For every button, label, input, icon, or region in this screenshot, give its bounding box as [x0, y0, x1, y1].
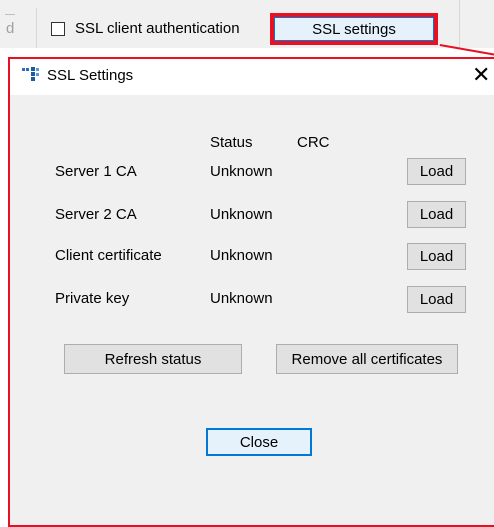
column-header-crc: CRC — [297, 134, 330, 151]
ssl-settings-dialog: SSL Settings ✕ Status CRC Server 1 CA Un… — [8, 57, 494, 527]
row-label-server1-ca: Server 1 CA — [55, 163, 137, 180]
row-status-server2-ca: Unknown — [210, 206, 273, 223]
row-label-private-key: Private key — [55, 290, 130, 307]
remove-all-certificates-button[interactable]: Remove all certificates — [276, 344, 458, 374]
load-button-private-key[interactable]: Load — [407, 286, 466, 313]
close-icon[interactable]: ✕ — [472, 63, 490, 87]
row-status-client-certificate: Unknown — [210, 247, 273, 264]
toolbar-separator-right — [459, 0, 460, 48]
load-button-server1-ca[interactable]: Load — [407, 158, 466, 185]
row-status-server1-ca: Unknown — [210, 163, 273, 180]
ssl-client-auth-checkbox[interactable] — [51, 22, 65, 36]
load-button-client-certificate[interactable]: Load — [407, 243, 466, 270]
load-button-server2-ca[interactable]: Load — [407, 201, 466, 228]
close-button[interactable]: Close — [206, 428, 312, 456]
row-label-client-certificate: Client certificate — [55, 247, 162, 264]
parent-toolbar: d SSL client authentication SSL settings — [0, 0, 494, 48]
partial-label: d — [6, 20, 15, 37]
dialog-title: SSL Settings — [47, 67, 134, 84]
row-status-private-key: Unknown — [210, 290, 273, 307]
column-header-status: Status — [210, 134, 253, 151]
ssl-client-auth-label[interactable]: SSL client authentication — [75, 20, 240, 37]
app-logo-icon — [22, 67, 39, 81]
toolbar-separator — [36, 8, 37, 48]
partial-divider — [5, 14, 15, 15]
ssl-settings-button-highlight: SSL settings — [270, 13, 438, 45]
dialog-titlebar: SSL Settings ✕ — [10, 59, 494, 95]
refresh-status-button[interactable]: Refresh status — [64, 344, 242, 374]
ssl-settings-button[interactable]: SSL settings — [274, 17, 434, 41]
row-label-server2-ca: Server 2 CA — [55, 206, 137, 223]
